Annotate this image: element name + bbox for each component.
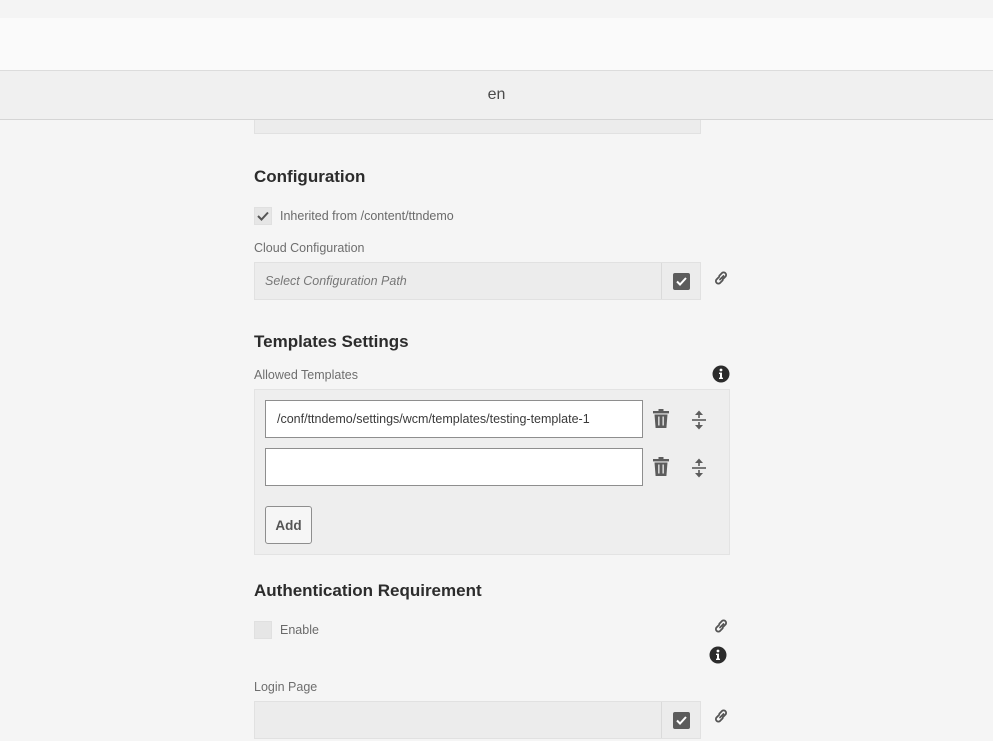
add-template-button[interactable]: Add — [265, 506, 312, 544]
page-title: en — [487, 86, 506, 103]
trash-icon[interactable] — [652, 457, 670, 477]
link-icon[interactable] — [712, 707, 730, 725]
enable-checkbox[interactable] — [254, 621, 272, 639]
link-icon[interactable] — [712, 269, 730, 287]
inherited-label: Inherited from /content/ttndemo — [280, 209, 454, 223]
inherited-checkbox[interactable] — [254, 207, 272, 225]
link-icon[interactable] — [712, 617, 730, 635]
login-page-placeholder — [255, 702, 661, 738]
templates-heading: Templates Settings — [254, 332, 409, 351]
login-page-field[interactable] — [254, 701, 701, 739]
login-page-label: Login Page — [254, 680, 318, 694]
properties-form[interactable]: Configuration Inherited from /content/tt… — [0, 120, 993, 741]
window-top-strip — [0, 0, 993, 18]
cloud-configuration-field[interactable]: Select Configuration Path — [254, 262, 701, 300]
cloud-configuration-placeholder: Select Configuration Path — [265, 274, 407, 288]
previous-field[interactable] — [254, 120, 701, 134]
page-title-bar: en — [0, 71, 993, 120]
enable-label: Enable — [280, 623, 319, 637]
template-input-1[interactable]: /conf/ttndemo/settings/wcm/templates/tes… — [265, 400, 643, 438]
allowed-templates-label: Allowed Templates — [254, 368, 358, 382]
authentication-heading: Authentication Requirement — [254, 581, 482, 600]
configuration-heading: Configuration — [254, 167, 366, 186]
action-bar — [0, 18, 993, 71]
allowed-templates-multifield: /conf/ttndemo/settings/wcm/templates/tes… — [254, 389, 730, 555]
reorder-icon[interactable] — [690, 458, 708, 478]
reorder-icon[interactable] — [690, 410, 708, 430]
template-input-2[interactable] — [265, 448, 643, 486]
checkmark-icon — [257, 211, 269, 221]
info-icon[interactable] — [709, 646, 727, 664]
cloud-configuration-label: Cloud Configuration — [254, 241, 365, 255]
cloud-configuration-picker-button[interactable] — [661, 263, 700, 299]
select-checkbox-icon — [672, 272, 690, 290]
info-icon[interactable] — [712, 365, 730, 383]
select-checkbox-icon — [672, 711, 690, 729]
trash-icon[interactable] — [652, 409, 670, 429]
login-page-picker-button[interactable] — [661, 702, 700, 738]
